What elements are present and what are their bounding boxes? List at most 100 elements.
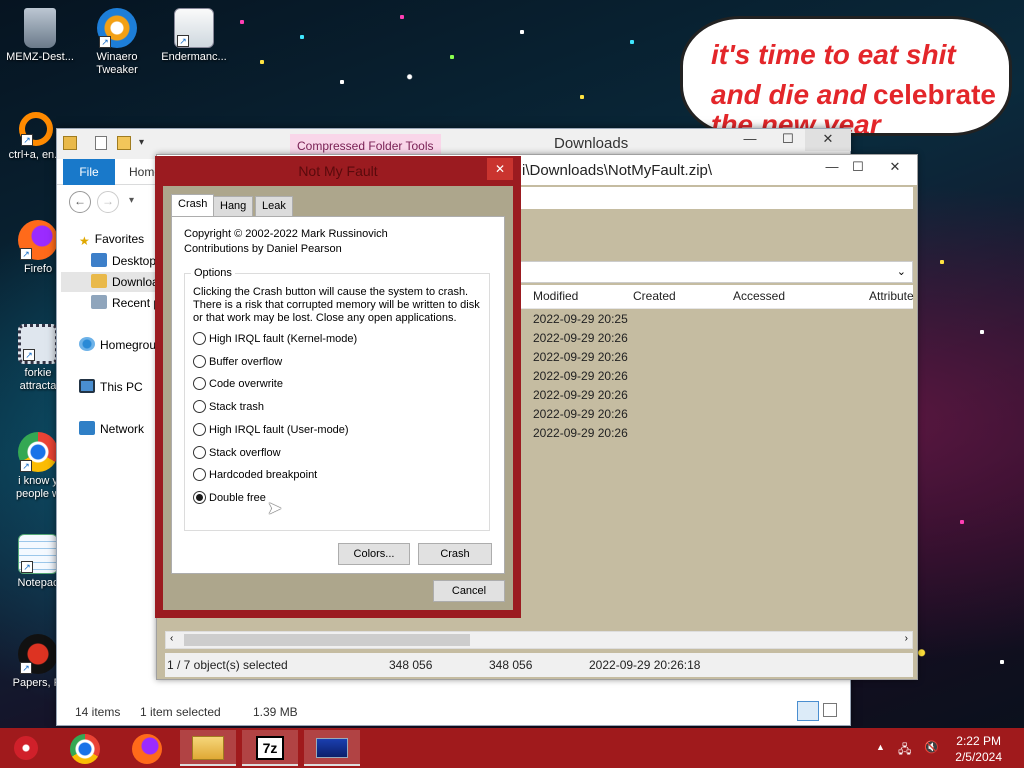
recent-locations-icon[interactable]: ▾ [129, 195, 134, 206]
network-tray-icon[interactable]: 🖧 [898, 740, 911, 761]
zip-date: 2022-09-29 20:26:18 [589, 658, 701, 672]
taskbar-file-explorer[interactable] [180, 730, 236, 766]
file-row-modified[interactable]: 2022-09-29 20:26 [533, 331, 628, 345]
details-view-icon[interactable] [797, 701, 819, 721]
column-accessed[interactable]: Accessed [733, 289, 785, 303]
7zip-icon: 7z [256, 736, 284, 760]
nav-this-pc[interactable]: This PC [79, 377, 143, 397]
zip-close-button[interactable]: ✕ [873, 157, 917, 179]
show-hidden-icons-icon[interactable]: ▲ [876, 742, 885, 752]
horizontal-scrollbar[interactable]: ‹ › [165, 631, 913, 649]
radio-circle[interactable] [193, 468, 206, 481]
file-row-modified[interactable]: 2022-09-29 20:26 [533, 426, 628, 440]
option-double-free[interactable]: Double free [193, 491, 266, 507]
zip-path: i\Downloads\NotMyFault.zip\ [522, 162, 713, 179]
tab-hang[interactable]: Hang [213, 196, 254, 216]
file-row-modified[interactable]: 2022-09-29 20:26 [533, 388, 628, 402]
radio-circle[interactable] [193, 332, 206, 345]
large-icons-view-icon[interactable] [823, 703, 837, 717]
nav-desktop[interactable]: Desktop [91, 251, 156, 271]
nav-homegroup[interactable]: Homegrou [79, 335, 156, 355]
shortcut-arrow-icon: ↗ [20, 460, 32, 472]
file-explorer-icon [192, 736, 224, 760]
nav-downloads[interactable]: Downloa [61, 272, 165, 292]
file-tab[interactable]: File [63, 159, 115, 185]
desktop-icon-endermanch[interactable]: ↗ Endermanc... [154, 8, 234, 64]
radio-circle[interactable] [193, 423, 206, 436]
taskbar-chrome[interactable] [58, 730, 114, 766]
item-count: 14 items [75, 705, 121, 719]
volume-muted-icon[interactable]: 🔇 [924, 740, 939, 754]
tab-leak[interactable]: Leak [255, 196, 293, 216]
shortcut-arrow-icon: ↗ [21, 134, 33, 146]
shortcut-arrow-icon: ↗ [99, 36, 111, 48]
cancel-button[interactable]: Cancel [433, 580, 505, 602]
papers-icon: ↗ [18, 634, 58, 674]
radio-circle-selected[interactable] [193, 491, 206, 504]
option-hardcoded-breakpoint[interactable]: Hardcoded breakpoint [193, 468, 317, 484]
start-button[interactable] [0, 730, 52, 766]
option-stack-overflow[interactable]: Stack overflow [193, 446, 281, 462]
radio-circle[interactable] [193, 355, 206, 368]
radio-circle[interactable] [193, 400, 206, 413]
crash-button[interactable]: Crash [418, 543, 492, 565]
taskbar-firefox[interactable] [120, 730, 176, 766]
taskbar-notmyfault[interactable] [304, 730, 360, 766]
maximize-button[interactable]: ☐ [775, 129, 801, 151]
option-buffer-overflow[interactable]: Buffer overflow [193, 355, 282, 371]
option-high-irql-user[interactable]: High IRQL fault (User-mode) [193, 423, 349, 439]
firefox-icon [132, 734, 162, 764]
radio-circle[interactable] [193, 377, 206, 390]
desktop-icon-memz[interactable]: MEMZ-Dest... [0, 8, 80, 64]
forward-button[interactable]: → [97, 191, 119, 213]
chrome-icon: ↗ [18, 432, 58, 472]
options-group: Options Clicking the Crash button will c… [184, 267, 490, 531]
shortcut-arrow-icon: ↗ [20, 662, 32, 674]
nav-favorites[interactable]: ★ Favorites [79, 229, 144, 249]
downloads-folder-icon [91, 274, 107, 288]
qat-dropdown-icon[interactable]: ▾ [139, 137, 144, 148]
document-icon: ↗ [174, 8, 214, 48]
clock[interactable]: 2:22 PM 2/5/2024 [955, 733, 1002, 765]
option-stack-trash[interactable]: Stack trash [193, 400, 264, 416]
crash-tab-panel: Copyright © 2002-2022 Mark Russinovich C… [171, 216, 505, 574]
radio-circle[interactable] [193, 446, 206, 459]
chrome-icon [70, 734, 100, 764]
colors-button[interactable]: Colors... [338, 543, 410, 565]
desktop-icon-winaero[interactable]: ↗ Winaero Tweaker [77, 8, 157, 77]
zip-minimize-button[interactable]: — [821, 157, 843, 179]
file-row-modified[interactable]: 2022-09-29 20:26 [533, 350, 628, 364]
file-row-modified[interactable]: 2022-09-29 20:26 [533, 407, 628, 421]
copyright-text: Copyright © 2002-2022 Mark Russinovich C… [184, 228, 388, 255]
scroll-left-icon[interactable]: ‹ [170, 633, 173, 644]
tab-crash[interactable]: Crash [171, 194, 215, 216]
taskbar-7zip[interactable]: 7z [242, 730, 298, 766]
nav-network[interactable]: Network [79, 419, 144, 439]
speech-bubble: it's time to eat shit and die and celebr… [680, 16, 1012, 136]
shortcut-arrow-icon: ↗ [20, 248, 32, 260]
close-button[interactable]: ✕ [805, 129, 851, 151]
zip-maximize-button[interactable]: ☐ [847, 157, 869, 179]
quick-access-icon[interactable] [63, 136, 77, 150]
address-dropdown-icon[interactable]: ⌄ [897, 265, 906, 278]
notmyfault-dialog: Not My Fault ✕ Crash Hang Leak Copyright… [155, 156, 521, 618]
notmyfault-icon [316, 738, 348, 758]
dialog-close-button[interactable]: ✕ [487, 158, 513, 180]
taskbar: 7z ▲ 🖧 🔇 2:22 PM 2/5/2024 [0, 728, 1024, 768]
option-high-irql-kernel[interactable]: High IRQL fault (Kernel-mode) [193, 332, 357, 348]
column-modified[interactable]: Modified [533, 289, 578, 303]
column-attributes[interactable]: Attribute [869, 289, 914, 303]
scrollbar-thumb[interactable] [184, 634, 470, 646]
option-code-overwrite[interactable]: Code overwrite [193, 377, 283, 393]
file-row-modified[interactable]: 2022-09-29 20:26 [533, 369, 628, 383]
dialog-title[interactable]: Not My Fault [155, 156, 521, 186]
back-button[interactable]: ← [69, 191, 91, 213]
properties-icon[interactable] [95, 136, 107, 150]
column-created[interactable]: Created [633, 289, 676, 303]
scroll-right-icon[interactable]: › [905, 633, 908, 644]
gear-app-icon: ↗ [18, 324, 58, 364]
new-folder-icon[interactable] [117, 136, 131, 150]
minimize-button[interactable]: — [737, 129, 763, 151]
file-row-modified[interactable]: 2022-09-29 20:25 [533, 312, 628, 326]
nav-recent[interactable]: Recent p [91, 293, 160, 313]
